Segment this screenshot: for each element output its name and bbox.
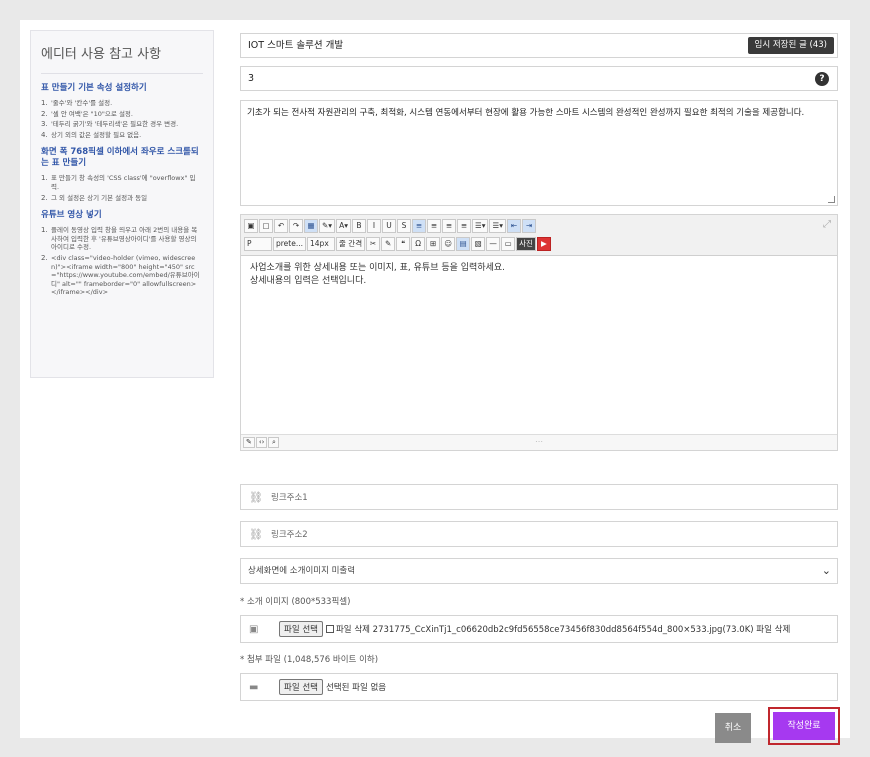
toolbar-button-icon[interactable]: S [396,219,411,233]
link-icon: ⛓ [249,527,263,541]
editor-placeholder-line: 상세내용의 입력은 선택입니다. [250,276,367,286]
expand-icon[interactable]: ⤢ [823,219,831,230]
toolbar-button-icon[interactable]: ≡ [441,219,456,233]
description-value: 기초가 되는 전사적 자원관리의 구축, 최적화, 시스템 연동에서부터 현장에… [247,108,805,118]
image-icon: ▣ [249,623,259,635]
section-heading: 화면 폭 768픽셀 이하에서 좌우로 스크롤되는 표 만들기 [41,147,199,169]
toolbar-button-icon[interactable]: ▦ [304,219,318,233]
list-item: 2. <div class="video-holder (vimeo, wides… [41,253,200,297]
toolbar-button-icon[interactable]: U [381,219,396,233]
toolbar-button-icon[interactable]: ▣ [244,219,258,233]
draft-saved-button[interactable]: 임시 저장된 글 (43) [747,37,834,54]
image-label: * 소개 이미지 (800*533픽셀) [240,597,351,607]
number-value: 3 [248,73,255,84]
editor-content-area[interactable]: 사업소개를 위한 상세내용 또는 이미지, 표, 유튜브 등을 입력하세요. 상… [241,256,837,434]
toolbar-button-icon[interactable]: — [486,237,501,251]
number-input[interactable]: 3 ? [240,66,838,91]
toolbar-button-icon[interactable]: ❝ [396,237,411,251]
link2-placeholder: 링크주소2 [271,530,308,540]
list-item: 4. 상기 외의 값은 설정할 필요 없음. [41,130,142,139]
youtube-icon[interactable]: ▶ [536,237,551,251]
toolbar-button-icon[interactable]: ⇤ [506,219,521,233]
toolbar-button-icon[interactable]: ▢ [259,219,273,233]
section-list: 1. 플레이 동영상 입력 창을 띄우고 아래 2번의 내용을 복사하여 입력한 … [41,226,203,297]
preview-mode-icon[interactable]: ⌕ [268,437,280,448]
image-display-select[interactable]: 상세화면에 소개이미지 미출력 ⌄ [240,558,838,584]
photo-button[interactable]: 사진 [516,237,536,251]
toolbar-button-icon[interactable]: ☰▾ [489,219,506,233]
toolbar-button-icon[interactable]: ⊞ [426,237,441,251]
submit-button-highlight: 작성완료 [768,707,840,745]
editor-resize-icon[interactable]: ⋯ [535,437,543,446]
toolbar-button-icon[interactable]: ✎ [381,237,396,251]
toolbar-button-icon[interactable]: ▧ [471,237,486,251]
toolbar-button-icon[interactable]: ✂ [366,237,381,251]
resize-handle-icon[interactable] [828,196,835,203]
format-select[interactable]: P [244,237,272,251]
link2-input[interactable]: ⛓ 링크주소2 [240,521,838,547]
list-item: 1. '줄수'와 '칸수'를 설정. [41,99,113,107]
submit-button[interactable]: 작성완료 [773,712,835,740]
editor-guide-sidebar: 에디터 사용 참고 사항 표 만들기 기본 속성 설정하기 1. '줄수'와 '칸… [30,30,214,378]
attach-file-input[interactable]: ▬ 파일 선택 선택된 파일 없음 [240,673,838,701]
rich-text-editor: ▣ ▢ ↶ ↷ ▦ ✎▾ A▾ B I U S ≡ ≡ ≡ ≡ ☰▾ ☰▾ ⇤ ⇥ P prete... 14px … [240,214,838,451]
toolbar-button-icon[interactable]: Ω [411,237,426,251]
editor-placeholder-line: 사업소개를 위한 상세내용 또는 이미지, 표, 유튜브 등을 입력하세요. [250,263,506,273]
select-value: 상세화면에 소개이미지 미출력 [248,566,356,576]
title-input[interactable]: IOT 스마트 솔루션 개발 임시 저장된 글 (43) [240,33,838,58]
form-panel: 에디터 사용 참고 사항 표 만들기 기본 속성 설정하기 1. '줄수'와 '칸… [20,20,850,745]
toolbar-button-icon[interactable]: ▤ [456,237,471,251]
attach-label: * 첨부 파일 (1,048,576 바이트 이하) [240,655,379,665]
line-height-select[interactable]: 줄 간격 [336,237,366,251]
toolbar-button-icon[interactable]: ▭ [501,237,516,251]
font-size-select[interactable]: 14px [307,237,336,251]
toolbar-button-icon[interactable]: B [351,219,366,233]
list-item: 2. 그 외 설정은 상기 기본 설정과 동일 [41,193,148,202]
section-heading: 유튜브 영상 넣기 [41,210,102,221]
toolbar-row: P prete... 14px 줄 간격 ✂ ✎ ❝ Ω ⊞ ☺ ▤ ▧ — ▭ 사진 ▶ [244,236,834,252]
chevron-down-icon: ⌄ [821,564,831,577]
section-list: 1. 표 만들기 창 속성의 'CSS class'에 "overflowx" 입… [41,174,203,202]
toolbar-button-icon[interactable]: ≡ [456,219,471,233]
list-item: 2. '셀 안 여백'은 "10"으로 설정. [41,109,133,118]
link-icon: ⛓ [249,490,263,504]
list-item: 3. '테두리 굵기'와 '테두리색'은 필요한 경우 변경. [41,120,179,129]
delete-checkbox[interactable] [325,625,334,633]
attach-file-button[interactable]: 파일 선택 [279,679,323,695]
image-file-input[interactable]: ▣ 파일 선택 파일 삭제 2731775_CcXinTj1_c06620db2… [240,615,838,643]
cancel-button[interactable]: 취소 [715,713,751,743]
toolbar-button-icon[interactable]: A▾ [336,219,351,233]
list-item: 1. 플레이 동영상 입력 창을 띄우고 아래 2번의 내용을 복사하여 입력한 … [41,226,198,252]
toolbar-button-icon[interactable]: ≡ [411,219,426,233]
sidebar-title: 에디터 사용 참고 사항 [41,43,203,74]
link1-placeholder: 링크주소1 [271,493,308,503]
edit-mode-icon[interactable]: ✎ [243,437,255,448]
image-file-button[interactable]: 파일 선택 [279,621,323,637]
toolbar-button-icon[interactable]: ≡ [426,219,441,233]
toolbar-row: ▣ ▢ ↶ ↷ ▦ ✎▾ A▾ B I U S ≡ ≡ ≡ ≡ ☰▾ ☰▾ ⇤ ⇥ [244,218,834,234]
link1-input[interactable]: ⛓ 링크주소1 [240,484,838,510]
section-list: 1. '줄수'와 '칸수'를 설정. 2. '셀 안 여백'은 "10"으로 설정.… [41,99,203,139]
image-file-name: 파일 삭제 2731775_CcXinTj1_c06620db2c9fd5655… [335,625,791,635]
font-select[interactable]: prete... [273,237,307,251]
toolbar-button-icon[interactable]: ✎▾ [319,219,336,233]
title-value: IOT 스마트 솔루션 개발 [248,40,344,51]
html-mode-icon[interactable]: ‹› [255,437,268,448]
toolbar-button-icon[interactable]: I [366,219,381,233]
toolbar-button-icon[interactable]: ☰▾ [471,219,489,233]
toolbar-button-icon[interactable]: ⇥ [521,219,536,233]
list-item: 1. 표 만들기 창 속성의 'CSS class'에 "overflowx" 입… [41,174,196,191]
editor-toolbar: ▣ ▢ ↶ ↷ ▦ ✎▾ A▾ B I U S ≡ ≡ ≡ ≡ ☰▾ ☰▾ ⇤ ⇥ P prete... 14px … [241,215,837,256]
help-icon[interactable]: ? [815,72,829,86]
toolbar-button-icon[interactable]: ↶ [274,219,288,233]
attach-file-name: 선택된 파일 없음 [325,683,387,693]
section-heading: 표 만들기 기본 속성 설정하기 [41,83,147,93]
toolbar-button-icon[interactable]: ↷ [289,219,303,233]
toolbar-button-icon[interactable]: ☺ [441,237,456,251]
folder-icon: ▬ [249,681,259,693]
description-textarea[interactable]: 기초가 되는 전사적 자원관리의 구축, 최적화, 시스템 연동에서부터 현장에… [240,100,838,206]
